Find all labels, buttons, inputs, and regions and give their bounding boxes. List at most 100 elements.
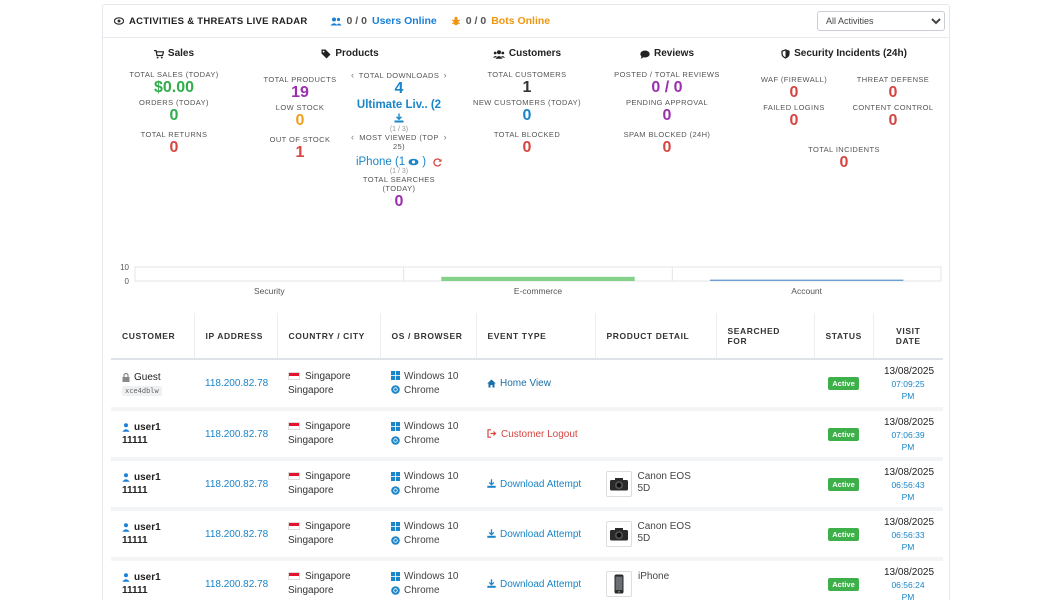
customer-name-text: Guest: [134, 372, 161, 383]
status-cell: Active: [814, 509, 873, 561]
spam-blocked-label: SPAM BLOCKED (24H): [623, 130, 711, 139]
viewed-prev-icon[interactable]: ‹: [351, 133, 354, 142]
total-downloads-value: 4: [394, 80, 404, 97]
viewed-next-icon[interactable]: ›: [444, 133, 447, 142]
visit-time: 07:06:39 PM: [891, 429, 925, 452]
orders-label: ORDERS (TODAY): [139, 98, 209, 107]
visit-date: 13/08/2025: [884, 516, 935, 528]
camera-icon: [609, 478, 628, 491]
event-type[interactable]: Download Attempt: [487, 479, 581, 490]
col-ip[interactable]: IP ADDRESS: [194, 313, 278, 360]
country-cell: Singapore Singapore: [277, 559, 380, 600]
event-type[interactable]: Download Attempt: [487, 579, 581, 590]
cart-icon: [153, 49, 164, 58]
top-download-name[interactable]: Ultimate Liv.. (2: [351, 99, 447, 111]
customer-cell: user1 11111: [111, 559, 194, 600]
event-type[interactable]: Download Attempt: [487, 529, 581, 540]
ip-address[interactable]: 118.200.82.78: [205, 378, 268, 389]
status-badge: Active: [828, 577, 859, 591]
country-text: Singapore: [305, 421, 351, 432]
windows-icon: [391, 471, 400, 481]
user-icon: [122, 523, 130, 532]
event-type[interactable]: Customer Logout: [487, 429, 578, 440]
os-name: Windows 10: [391, 470, 465, 484]
date-cell: 13/08/2025 07:09:25 PM: [873, 359, 943, 411]
sales-heading: Sales: [113, 47, 235, 61]
visit-time: 06:56:24 PM: [891, 579, 925, 600]
downloads-prev-icon[interactable]: ‹: [351, 71, 354, 80]
table-row[interactable]: Guest xce4dblw 118.200.82.78 Singapore Singa…: [111, 359, 943, 411]
home-icon: [487, 379, 496, 388]
refresh-icon[interactable]: [433, 157, 442, 167]
products-heading: Products: [253, 47, 447, 61]
customer-name[interactable]: user1: [122, 471, 183, 484]
customer-name[interactable]: user1: [122, 571, 183, 584]
table-row[interactable]: user1 11111 118.200.82.78 Singapore Singapor…: [111, 459, 943, 511]
col-searched[interactable]: SEARCHED FOR: [716, 313, 815, 360]
eye-icon: [114, 17, 124, 25]
product-detail[interactable]: Canon EOS 5D: [606, 521, 705, 547]
total-blocked-value: 0: [522, 139, 532, 156]
total-sales-label: TOTAL SALES (TODAY): [129, 70, 219, 79]
os-cell: Windows 10 Chrome: [380, 509, 476, 561]
country-text: Singapore: [305, 571, 351, 582]
customer-name[interactable]: user1: [122, 421, 183, 434]
status-cell: Active: [814, 359, 873, 411]
col-status[interactable]: STATUS: [814, 313, 874, 360]
product-thumbnail: [606, 571, 632, 597]
total-customers-label: TOTAL CUSTOMERS: [487, 70, 567, 79]
customer-name[interactable]: user1: [122, 521, 183, 534]
col-visit-date[interactable]: VISIT DATE: [873, 313, 943, 360]
table-row[interactable]: user1 11111 118.200.82.78 Singapore Singapor…: [111, 509, 943, 561]
table-row[interactable]: user1 11111 118.200.82.78 Singapore Singapor…: [111, 409, 943, 461]
event-type[interactable]: Home View: [487, 378, 551, 389]
total-customers-value: 1: [522, 79, 532, 96]
products-heading-text: Products: [335, 48, 379, 59]
most-viewed-label: MOST VIEWED (TOP: [359, 133, 439, 142]
city-name: Singapore: [288, 535, 334, 546]
browser-text: Chrome: [404, 535, 440, 546]
downloads-next-icon[interactable]: ›: [444, 71, 447, 80]
os-text: Windows 10: [404, 521, 459, 532]
total-incidents-value: 0: [839, 154, 849, 171]
singapore-flag-icon: [288, 371, 300, 380]
col-customer[interactable]: CUSTOMER: [111, 313, 195, 360]
col-product[interactable]: PRODUCT DETAIL: [595, 313, 717, 360]
product-name: Canon EOS 5D: [637, 521, 691, 544]
product-cell: [595, 409, 716, 461]
city-name: Singapore: [288, 485, 334, 496]
ip-address[interactable]: 118.200.82.78: [205, 529, 268, 540]
date-cell: 13/08/2025 06:56:43 PM: [873, 459, 943, 511]
ip-address[interactable]: 118.200.82.78: [205, 579, 268, 590]
ip-address[interactable]: 118.200.82.78: [205, 429, 268, 440]
users-online-count: 0 / 0: [346, 15, 367, 27]
activity-filter-select[interactable]: All Activities: [817, 11, 945, 31]
ip-address[interactable]: 118.200.82.78: [205, 479, 268, 490]
col-event[interactable]: EVENT TYPE: [476, 313, 596, 360]
download-icon: [487, 529, 496, 539]
browser-text: Chrome: [404, 384, 440, 396]
product-cell: [595, 359, 716, 411]
total-downloads-label: TOTAL DOWNLOADS: [358, 71, 440, 80]
product-detail[interactable]: Canon EOS 5D: [606, 471, 705, 497]
sales-heading-text: Sales: [167, 48, 195, 59]
top-download-pager: (1 / 3): [389, 126, 409, 133]
security-heading: Security Incidents (24h): [747, 47, 941, 61]
threat-stat: THREAT DEFENSE 0 CONTENT CONTROL 0: [845, 75, 941, 130]
os-name: Windows 10: [391, 370, 465, 384]
customer-id: 11111: [122, 535, 148, 546]
col-country[interactable]: COUNTRY / CITY: [277, 313, 381, 360]
most-viewed-item[interactable]: iPhone (1 ): [351, 156, 447, 168]
status-cell: Active: [814, 409, 873, 461]
spam-blocked-value: 0: [662, 139, 672, 156]
bots-online-label: Bots Online: [491, 15, 551, 27]
chart-bar-e-commerce[interactable]: [441, 276, 635, 281]
customer-cell: Guest xce4dblw: [111, 359, 194, 411]
shield-icon: [781, 49, 790, 59]
col-os[interactable]: OS / BROWSER: [380, 313, 477, 360]
table-row[interactable]: user1 11111 118.200.82.78 Singapore Singapor…: [111, 559, 943, 600]
product-detail[interactable]: iPhone: [606, 571, 705, 597]
col-visit-date-line1: VISIT: [896, 325, 921, 336]
reviews-column: Reviews POSTED / TOTAL REVIEWS 0 / 0 PEN…: [607, 39, 727, 157]
chart-bar-account[interactable]: [709, 279, 904, 281]
